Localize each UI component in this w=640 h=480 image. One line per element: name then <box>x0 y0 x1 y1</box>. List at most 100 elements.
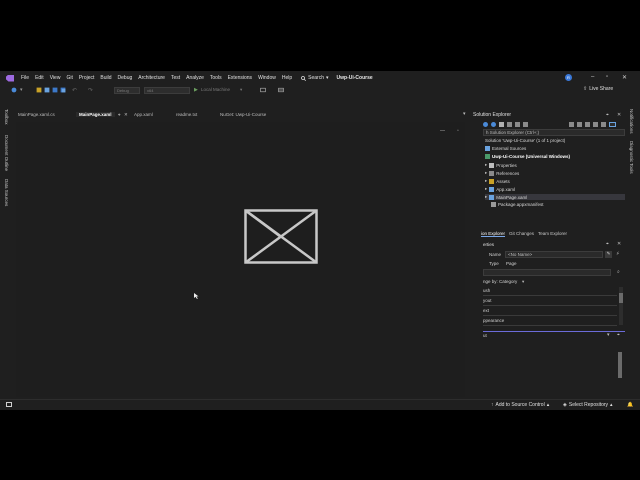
menu-analyze[interactable]: Analyze <box>183 75 207 81</box>
new-item-icon[interactable] <box>36 87 42 93</box>
save-icon[interactable] <box>52 87 58 93</box>
dropdown-icon[interactable]: ▾ <box>20 87 26 93</box>
filter-icon[interactable] <box>577 121 582 127</box>
tree-item-assets[interactable]: ▸ Assets <box>485 178 510 184</box>
collapse-icon[interactable] <box>523 121 528 127</box>
menu-test[interactable]: Test <box>168 75 183 81</box>
close-panel-icon[interactable]: ✕ <box>617 112 621 118</box>
properties-icon[interactable] <box>609 121 616 127</box>
arrange-by-dropdown[interactable]: nge by: Category <box>483 279 517 284</box>
menu-tools[interactable]: Tools <box>207 75 225 81</box>
forward-icon[interactable] <box>491 121 496 127</box>
toolbar-settings-icon[interactable] <box>260 87 266 93</box>
tab-readme-txt[interactable]: readme.txt <box>176 112 197 117</box>
refresh-icon[interactable] <box>515 121 520 127</box>
solution-configuration-select[interactable]: Debug <box>114 87 140 94</box>
tree-item-package-manifest[interactable]: Package.appxmanifest <box>485 202 544 207</box>
output-icon[interactable] <box>6 402 12 407</box>
solution-explorer-search-input[interactable]: h Solution Explorer (Ctrl+;) <box>483 129 625 136</box>
chevron-down-icon[interactable]: ▾ <box>240 87 242 93</box>
menu-architecture[interactable]: Architecture <box>135 75 168 81</box>
layout-icon[interactable] <box>278 87 284 93</box>
menu-extensions[interactable]: Extensions <box>225 75 255 81</box>
category-text[interactable]: ext <box>483 307 617 316</box>
save-all-icon[interactable] <box>60 87 66 93</box>
avatar[interactable]: R <box>565 74 572 81</box>
add-to-source-control-button[interactable]: ↑ Add to Source Control ▴ <box>491 402 549 408</box>
wrench-icon[interactable]: ✎ <box>605 251 612 258</box>
open-icon[interactable] <box>44 87 50 93</box>
preview-icon[interactable] <box>593 121 598 127</box>
show-all-icon[interactable] <box>569 121 574 127</box>
tab-git-changes[interactable]: Git Changes <box>509 231 534 236</box>
menu-edit[interactable]: Edit <box>32 75 47 81</box>
xaml-designer-surface[interactable]: — ▫ <box>16 122 465 397</box>
tree-item-project[interactable]: Uwp-Ui-Course (Universal Windows) <box>485 154 570 159</box>
navigate-back-icon[interactable] <box>11 87 17 93</box>
menu-file[interactable]: File <box>18 75 32 81</box>
pin-icon[interactable]: ⌖ <box>118 112 121 117</box>
run-target[interactable]: Local Machine <box>201 87 230 92</box>
pin-icon[interactable]: ⌖ <box>606 241 609 247</box>
play-icon[interactable]: ▶ <box>194 87 198 93</box>
undo-icon[interactable]: ↶ <box>72 87 78 94</box>
home-icon[interactable] <box>499 121 504 127</box>
tab-team-explorer[interactable]: Team Explorer <box>538 231 567 236</box>
redo-icon[interactable]: ↷ <box>88 87 94 94</box>
minimize-pane-icon[interactable]: — <box>440 128 445 134</box>
menu-git[interactable]: Git <box>63 75 75 81</box>
tree-item-mainpage-xaml[interactable]: ▸ MainPage.xaml <box>485 194 625 200</box>
arrow-up-icon: ↑ <box>491 402 494 408</box>
notifications-tab[interactable]: Notifications <box>629 109 634 134</box>
menu-window[interactable]: Window <box>255 75 279 81</box>
close-tab-icon[interactable]: ✕ <box>124 112 128 118</box>
pin-icon[interactable]: ⌖ <box>606 112 609 118</box>
tab-app-xaml[interactable]: App.xaml <box>134 112 153 117</box>
search-icon[interactable]: ⌕ <box>617 269 620 275</box>
scrollbar-thumb[interactable] <box>619 293 623 303</box>
chevron-down-icon[interactable]: ▾ <box>607 332 610 338</box>
category-brush[interactable]: ush <box>483 287 617 296</box>
document-outline-tab[interactable]: Document Outline <box>4 135 9 171</box>
minimize-icon[interactable]: – <box>591 74 594 80</box>
sync-icon[interactable] <box>507 121 512 127</box>
live-share-button[interactable]: ⇪ Live Share <box>583 86 613 92</box>
tab-nuget[interactable]: NuGet: Uwp-Ui-Course <box>220 112 266 117</box>
events-icon[interactable]: ⚡ <box>616 251 620 257</box>
tab-mainpage-xaml-cs[interactable]: MainPage.xaml.cs <box>18 112 55 117</box>
solution-node[interactable]: Solution 'Uwp-Ui-Course' (1 of 1 project… <box>485 138 565 143</box>
menu-project[interactable]: Project <box>76 75 98 81</box>
close-panel-icon[interactable]: ✕ <box>617 241 621 247</box>
diagnostic-tools-tab[interactable]: Diagnostic Tools <box>629 141 634 174</box>
tab-solution-explorer[interactable]: ion Explorer <box>481 231 506 237</box>
category-layout[interactable]: yout <box>483 297 617 306</box>
close-icon[interactable]: ✕ <box>622 74 627 81</box>
wrench-icon[interactable] <box>601 121 606 127</box>
view-icon[interactable] <box>585 121 590 127</box>
lower-pane-scrollbar[interactable] <box>618 352 622 378</box>
menu-view[interactable]: View <box>47 75 64 81</box>
menu-help[interactable]: Help <box>279 75 295 81</box>
tab-overflow-icon[interactable]: ▾ <box>463 111 466 117</box>
maximize-icon[interactable]: ▫ <box>606 74 608 80</box>
pin-icon[interactable]: ⌖ <box>617 332 620 338</box>
toolbox-tab[interactable]: Toolbox <box>4 109 9 125</box>
notifications-bell-icon[interactable]: 🔔 <box>627 402 633 408</box>
tab-mainpage-xaml[interactable]: MainPage.xaml <box>76 112 115 117</box>
back-icon[interactable] <box>483 121 488 127</box>
menu-build[interactable]: Build <box>97 75 114 81</box>
tree-item-properties[interactable]: ▸ Properties <box>485 162 517 168</box>
menu-debug[interactable]: Debug <box>115 75 136 81</box>
properties-scrollbar[interactable] <box>619 287 623 325</box>
select-repository-button[interactable]: ◈ Select Repository ▴ <box>563 402 613 408</box>
properties-search-input[interactable] <box>483 269 611 276</box>
data-sources-tab[interactable]: Data Sources <box>4 179 9 206</box>
tree-item-references[interactable]: ▸ References <box>485 170 519 176</box>
tree-item-app-xaml[interactable]: ▸ App.xaml <box>485 186 515 192</box>
name-input[interactable]: <No Name> <box>505 251 603 258</box>
search-box[interactable]: Search ▾ <box>301 75 329 81</box>
solution-platform-select[interactable]: x64 <box>144 87 190 94</box>
category-appearance[interactable]: ppearance <box>483 317 617 326</box>
pane-options-icon[interactable]: ▫ <box>457 128 459 134</box>
tree-item-external-sources[interactable]: External Sources <box>485 146 526 151</box>
